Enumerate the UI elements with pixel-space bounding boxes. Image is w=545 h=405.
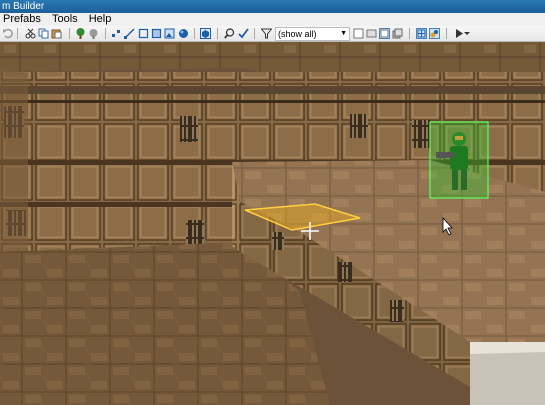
zoom-icon[interactable] — [224, 28, 235, 39]
left-side-wall — [0, 66, 28, 262]
wall-vent — [180, 116, 198, 142]
title-bar: m Builder — [0, 0, 545, 13]
toolbar-separator — [446, 28, 447, 39]
toolbar-separator — [17, 28, 18, 39]
step-vent — [272, 232, 284, 250]
menu-tools[interactable]: Tools — [49, 13, 83, 26]
line-icon[interactable] — [124, 28, 135, 39]
check-icon[interactable] — [238, 28, 249, 39]
step-vent — [338, 262, 352, 282]
foreground-ledge-edge — [470, 342, 545, 354]
square-icon[interactable] — [138, 28, 149, 39]
cut-icon[interactable] — [25, 28, 36, 39]
chevron-down-icon[interactable] — [464, 28, 470, 39]
tree-icon[interactable] — [75, 28, 86, 39]
undo-icon[interactable] — [2, 28, 13, 39]
sphere-icon[interactable] — [178, 28, 189, 39]
copy-icon[interactable] — [38, 28, 49, 39]
wall-trim — [0, 86, 545, 94]
grid-icon[interactable] — [353, 28, 364, 39]
grid-toggle-icon[interactable] — [416, 28, 427, 39]
wall-trim — [0, 100, 545, 103]
toolbar: (show all) ▼ — [0, 26, 545, 42]
vertex-icon[interactable] — [111, 28, 122, 39]
image-icon[interactable] — [164, 28, 175, 39]
view-2d-icon[interactable] — [366, 28, 377, 39]
snap-icon[interactable] — [429, 28, 440, 39]
toolbar-separator — [194, 28, 195, 39]
filter-value: (show all) — [278, 29, 317, 39]
wall-vent — [412, 120, 430, 148]
filter-dropdown[interactable]: (show all) ▼ — [275, 27, 350, 41]
toolbar-separator — [105, 28, 106, 39]
marine-thing[interactable] — [429, 121, 489, 199]
menu-bar: Prefabs Tools Help — [0, 13, 545, 26]
layers-icon[interactable] — [392, 28, 403, 39]
3d-viewport[interactable] — [0, 42, 545, 405]
toolbar-separator — [254, 28, 255, 39]
menu-prefabs[interactable]: Prefabs — [0, 13, 46, 26]
filter-icon[interactable] — [261, 28, 272, 39]
square-fill-icon[interactable] — [151, 28, 162, 39]
paste-icon[interactable] — [51, 28, 62, 39]
window-title: m Builder — [2, 1, 45, 12]
menu-help[interactable]: Help — [86, 13, 117, 26]
wall-vent — [350, 114, 368, 138]
cube-3d-icon[interactable] — [200, 28, 211, 39]
wall-vent — [186, 220, 204, 246]
toolbar-separator — [409, 28, 410, 39]
toolbar-separator — [69, 28, 70, 39]
brush-icon[interactable] — [88, 28, 99, 39]
step-vent — [390, 300, 404, 322]
chevron-down-icon: ▼ — [340, 30, 347, 37]
3d-scene[interactable] — [0, 42, 545, 405]
toolbar-separator — [217, 28, 218, 39]
view-3d-icon[interactable] — [379, 28, 390, 39]
